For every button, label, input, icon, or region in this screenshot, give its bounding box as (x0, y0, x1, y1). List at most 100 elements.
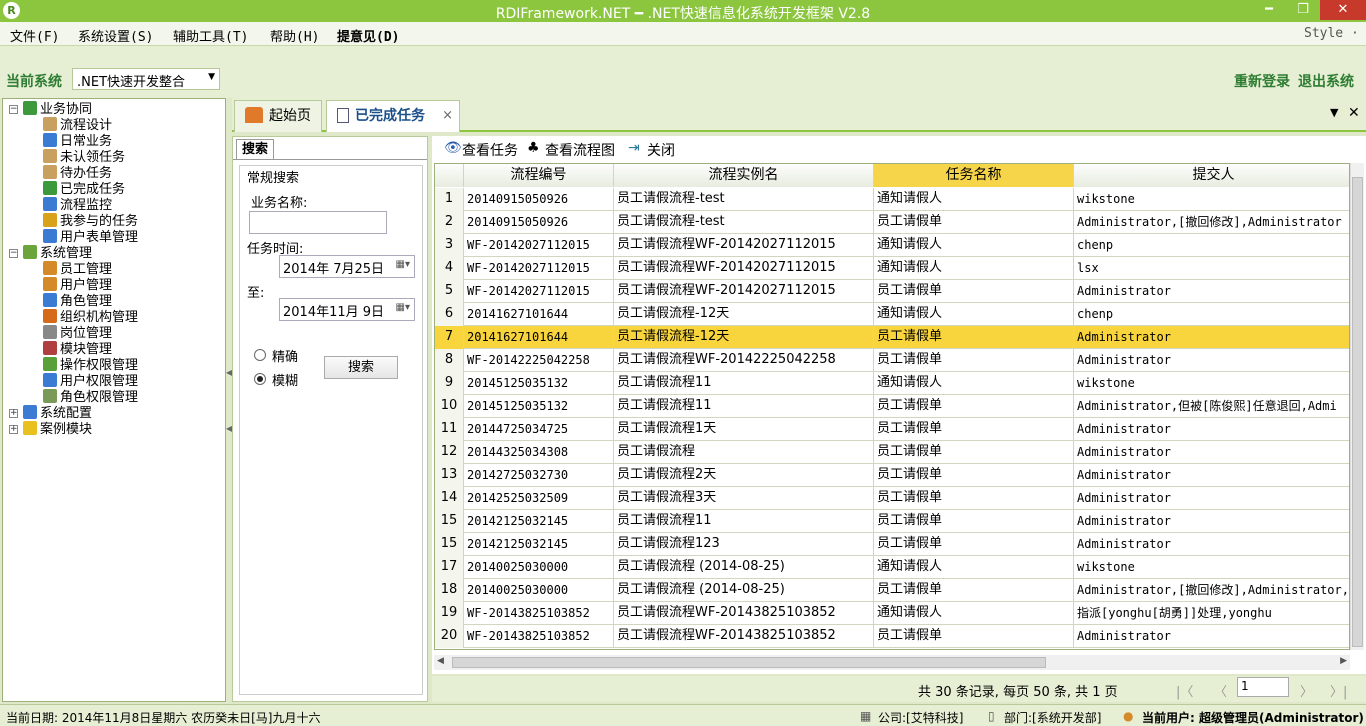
tree-expander-icon[interactable]: + (9, 425, 18, 434)
tree-item[interactable]: 岗位管理 (43, 325, 112, 341)
close-window-button[interactable]: ✕ (1320, 0, 1366, 20)
tree-item[interactable]: 角色管理 (43, 293, 112, 309)
fuzzy-radio[interactable] (254, 373, 266, 385)
date-to-picker[interactable]: 2014年11月 9日 ▦▾ (279, 298, 415, 321)
tree-item[interactable]: 待办任务 (43, 165, 112, 181)
biz-name-input[interactable] (249, 211, 387, 234)
relogin-link[interactable]: 重新登录 (1234, 71, 1290, 91)
close-button[interactable]: 关闭 (647, 140, 675, 160)
table-row[interactable]: 20 WF-20143825103852 员工请假流程WF-201438251038… (435, 625, 1349, 648)
search-button[interactable]: 搜索 (324, 356, 398, 379)
menu-feedback[interactable]: 提意见(D) (337, 26, 399, 45)
table-row[interactable]: 12 20144325034308 员工请假流程 员工请假单 Administrator (435, 441, 1349, 464)
table-row[interactable]: 11 20144725034725 员工请假流程1天 员工请假单 Administrat… (435, 418, 1349, 441)
table-row[interactable]: 19 WF-20143825103852 员工请假流程WF-201438251038… (435, 602, 1349, 625)
table-row[interactable]: 13 20142725032730 员工请假流程2天 员工请假单 Administrat… (435, 464, 1349, 487)
system-select[interactable]: .NET快速开发整合 ▼ (72, 68, 220, 90)
tree-item[interactable]: 流程设计 (43, 117, 112, 133)
select-all-corner[interactable] (435, 164, 464, 187)
vertical-scroll-thumb[interactable] (1352, 177, 1363, 647)
style-menu[interactable]: Style · (1304, 26, 1359, 41)
tree-item[interactable]: 操作权限管理 (43, 357, 138, 373)
tree-item[interactable]: 案例模块 (23, 421, 92, 437)
tab-close-icon[interactable]: × (442, 101, 453, 131)
table-row[interactable]: 8 WF-20142225042258 员工请假流程WF-2014222504225… (435, 349, 1349, 372)
view-flowchart-button[interactable]: 查看流程图 (545, 140, 615, 160)
tree-item[interactable]: 业务协同 (23, 101, 92, 117)
tab-list-dropdown-icon[interactable]: ▼ (1330, 106, 1338, 119)
table-row[interactable]: 15 20142125032145 员工请假流程11 员工请假单 Administrat… (435, 510, 1349, 533)
first-page-button[interactable]: |〈 (1176, 681, 1193, 700)
menu-tools[interactable]: 辅助工具(T) (173, 26, 248, 45)
tree-item[interactable]: 流程监控 (43, 197, 112, 213)
prev-page-button[interactable]: 〈 (1214, 681, 1227, 700)
table-row[interactable]: 9 20145125035132 员工请假流程11 通知请假人 wikstone (435, 372, 1349, 395)
row-number: 5 (435, 280, 464, 303)
tree-expander-icon[interactable]: + (9, 409, 18, 418)
divider (233, 159, 427, 160)
table-row[interactable]: 4 WF-20142027112015 员工请假流程WF-2014202711201… (435, 257, 1349, 280)
scroll-left-icon[interactable]: ◀ (437, 656, 444, 666)
minimize-button[interactable]: ━ (1252, 0, 1286, 20)
pager-summary: 共 30 条记录, 每页 50 条, 共 1 页 (918, 685, 1118, 700)
vertical-scrollbar[interactable] (1350, 163, 1364, 650)
horizontal-scroll-thumb[interactable] (452, 657, 1046, 668)
tree-item[interactable]: 日常业务 (43, 133, 112, 149)
table-row[interactable]: 10 20145125035132 员工请假流程11 员工请假单 Administrat… (435, 395, 1349, 418)
last-page-button[interactable]: 〉| (1330, 681, 1347, 700)
table-row[interactable]: 7 20141627101644 员工请假流程-12天 员工请假单 Administra… (435, 326, 1349, 349)
tab-completed-tasks[interactable]: 已完成任务 × (326, 100, 460, 132)
exact-radio[interactable] (254, 349, 266, 361)
tree-item[interactable]: 员工管理 (43, 261, 112, 277)
page-number-input[interactable]: 1 (1237, 677, 1289, 697)
table-cell: 员工请假单 (874, 418, 1074, 441)
tree-item[interactable]: 角色权限管理 (43, 389, 138, 405)
column-header[interactable]: 流程实例名 (614, 164, 874, 187)
tree-item[interactable]: 用户表单管理 (43, 229, 138, 245)
menu-file[interactable]: 文件(F) (10, 26, 59, 45)
tree-expander-icon[interactable]: − (9, 105, 18, 114)
tree-item[interactable]: 我参与的任务 (43, 213, 138, 229)
calendar-dropdown-icon[interactable]: ▦▾ (396, 259, 410, 270)
table-row[interactable]: 18 20140025030000 员工请假流程 (2014-08-25) 员工请假单… (435, 579, 1349, 602)
close-all-tabs-icon[interactable]: ✕ (1348, 105, 1360, 121)
tree-item[interactable]: 用户权限管理 (43, 373, 138, 389)
table-cell: Administrator (1074, 418, 1349, 441)
exit-system-link[interactable]: 退出系统 (1298, 71, 1354, 91)
column-header[interactable]: 流程编号 (464, 164, 614, 187)
column-header[interactable]: 提交人 (1074, 164, 1349, 187)
table-cell: Administrator (1074, 326, 1349, 349)
navigation-tree: − 业务协同 流程设计 日常业务 未认领任务 待办任务 已完成任务 流程监控 我参与的任务 用户表… (2, 98, 226, 702)
table-row[interactable]: 17 20140025030000 员工请假流程 (2014-08-25) 通知请假人… (435, 556, 1349, 579)
search-tab[interactable]: 搜索 (236, 139, 274, 159)
calendar-dropdown-icon-2[interactable]: ▦▾ (396, 302, 410, 313)
table-row[interactable]: 2 20140915050926 员工请假流程-test 员工请假单 Administr… (435, 211, 1349, 234)
column-header[interactable]: 任务名称 (874, 164, 1074, 187)
table-row[interactable]: 5 WF-20142027112015 员工请假流程WF-2014202711201… (435, 280, 1349, 303)
tree-item[interactable]: 模块管理 (43, 341, 112, 357)
restore-button[interactable]: ❐ (1286, 0, 1320, 20)
tab-home[interactable]: 起始页 (234, 100, 322, 132)
window-title: RDIFramework.NET ━ .NET快速信息化系统开发框架 V2.8 (495, 6, 871, 22)
table-row[interactable]: 3 WF-20142027112015 员工请假流程WF-2014202711201… (435, 234, 1349, 257)
table-cell: 通知请假人 (874, 602, 1074, 625)
tree-expander-icon[interactable]: − (9, 249, 18, 258)
table-row[interactable]: 1 20140915050926 员工请假流程-test 通知请假人 wikstone (435, 188, 1349, 211)
tree-item[interactable]: 未认领任务 (43, 149, 125, 165)
tree-item[interactable]: 组织机构管理 (43, 309, 138, 325)
tree-item[interactable]: 系统配置 (23, 405, 92, 421)
table-row[interactable]: 6 20141627101644 员工请假流程-12天 通知请假人 chenp (435, 303, 1349, 326)
table-row[interactable]: 15 20142125032145 员工请假流程123 员工请假单 Administra… (435, 533, 1349, 556)
view-task-button[interactable]: 查看任务 (462, 140, 518, 160)
menu-help[interactable]: 帮助(H) (270, 26, 319, 45)
table-row[interactable]: 14 20142525032509 员工请假流程3天 员工请假单 Administrat… (435, 487, 1349, 510)
tree-item[interactable]: 用户管理 (43, 277, 112, 293)
menu-system-settings[interactable]: 系统设置(S) (78, 26, 153, 45)
table-cell: 员工请假流程WF-20142225042258 (614, 349, 874, 372)
next-page-button[interactable]: 〉 (1300, 681, 1313, 700)
tree-item[interactable]: 系统管理 (23, 245, 92, 261)
tab-completed-tasks-label: 已完成任务 (355, 108, 425, 124)
scroll-right-icon[interactable]: ▶ (1340, 656, 1347, 666)
tree-item[interactable]: 已完成任务 (43, 181, 125, 197)
date-from-picker[interactable]: 2014年 7月25日 ▦▾ (279, 255, 415, 278)
